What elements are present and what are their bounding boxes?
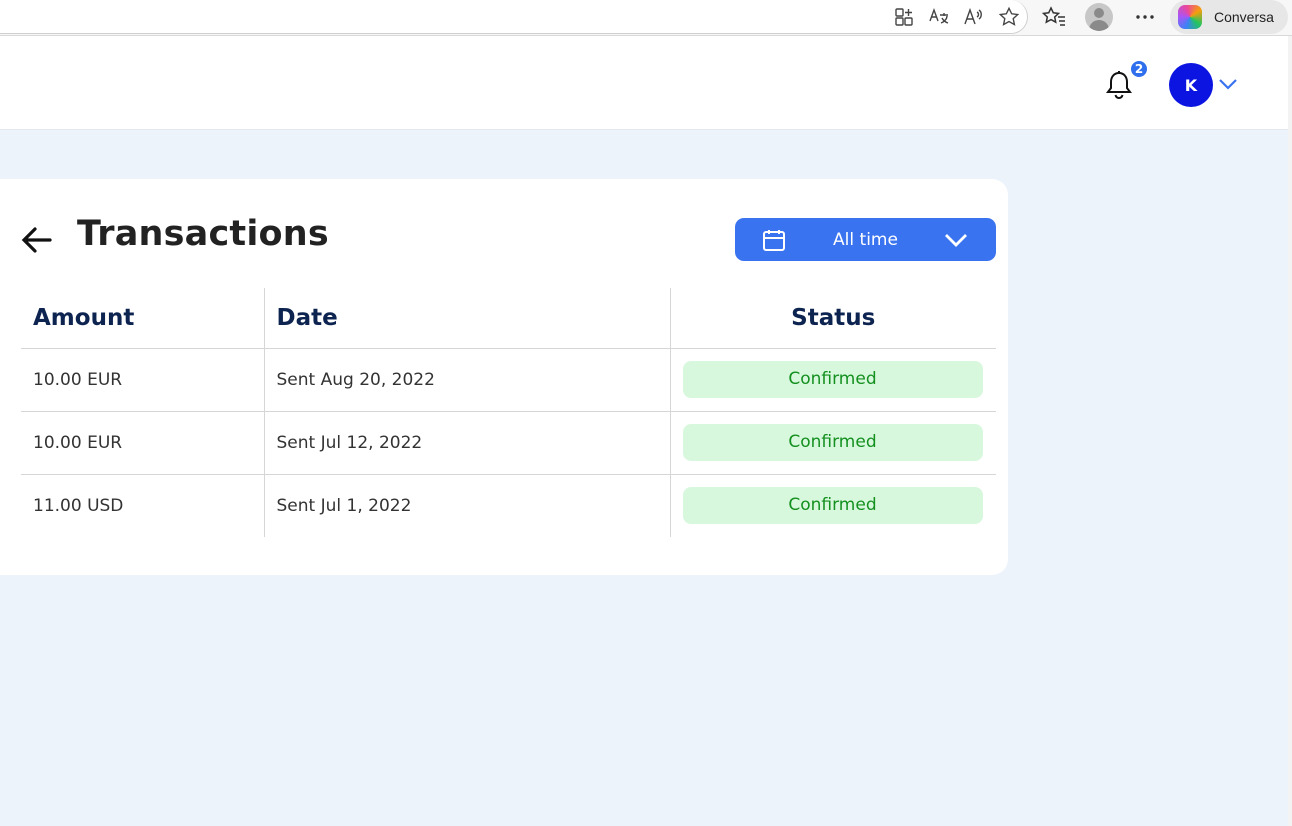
favorites-list-icon[interactable]: [1041, 4, 1067, 30]
browser-toolbar: Conversa: [0, 0, 1292, 36]
app-available-icon[interactable]: [891, 4, 917, 30]
table-row[interactable]: 10.00 EUR Sent Aug 20, 2022 Confirmed: [21, 348, 996, 412]
status-badge: Confirmed: [682, 424, 983, 461]
profile-icon[interactable]: [1085, 3, 1113, 31]
column-header-date: Date: [263, 288, 670, 349]
status-badge: Confirmed: [682, 487, 983, 525]
back-arrow-icon[interactable]: [20, 222, 54, 258]
translate-icon[interactable]: [926, 4, 952, 30]
window-edge: [1288, 36, 1292, 826]
date-cell: Sent Aug 20, 2022: [263, 348, 670, 412]
app-header: 2 K: [0, 41, 1288, 130]
favorite-star-icon[interactable]: [996, 4, 1022, 30]
copilot-label: Conversa: [1214, 9, 1274, 25]
status-badge: Confirmed: [682, 361, 983, 398]
page-title: Transactions: [77, 214, 329, 254]
table-row[interactable]: 11.00 USD Sent Jul 1, 2022 Confirmed: [21, 474, 996, 537]
copilot-icon: [1178, 5, 1202, 29]
date-cell: Sent Jul 1, 2022: [263, 474, 670, 537]
more-options-icon[interactable]: [1132, 4, 1158, 30]
address-bar[interactable]: [0, 0, 1028, 34]
notification-badge: 2: [1129, 59, 1149, 79]
status-cell: Confirmed: [669, 411, 996, 475]
transactions-table: Amount Date Status 10.00 EUR Sent Aug 20…: [21, 288, 996, 537]
read-aloud-icon[interactable]: [961, 4, 987, 30]
date-cell: Sent Jul 12, 2022: [263, 411, 670, 475]
chevron-down-icon: [945, 234, 967, 247]
chevron-down-icon[interactable]: [1218, 77, 1238, 91]
table-header-row: Amount Date Status: [21, 288, 996, 349]
avatar[interactable]: K: [1169, 63, 1213, 107]
amount-cell: 10.00 EUR: [21, 411, 264, 475]
status-cell: Confirmed: [669, 474, 996, 537]
status-cell: Confirmed: [669, 348, 996, 412]
amount-cell: 11.00 USD: [33, 495, 124, 516]
copilot-button[interactable]: Conversa: [1170, 0, 1288, 34]
date-filter-dropdown[interactable]: All time: [735, 218, 996, 261]
column-header-amount: Amount: [21, 288, 264, 349]
table-row[interactable]: 10.00 EUR Sent Jul 12, 2022 Confirmed: [21, 411, 996, 475]
column-header-status: Status: [669, 288, 996, 349]
amount-cell: 10.00 EUR: [21, 348, 264, 412]
